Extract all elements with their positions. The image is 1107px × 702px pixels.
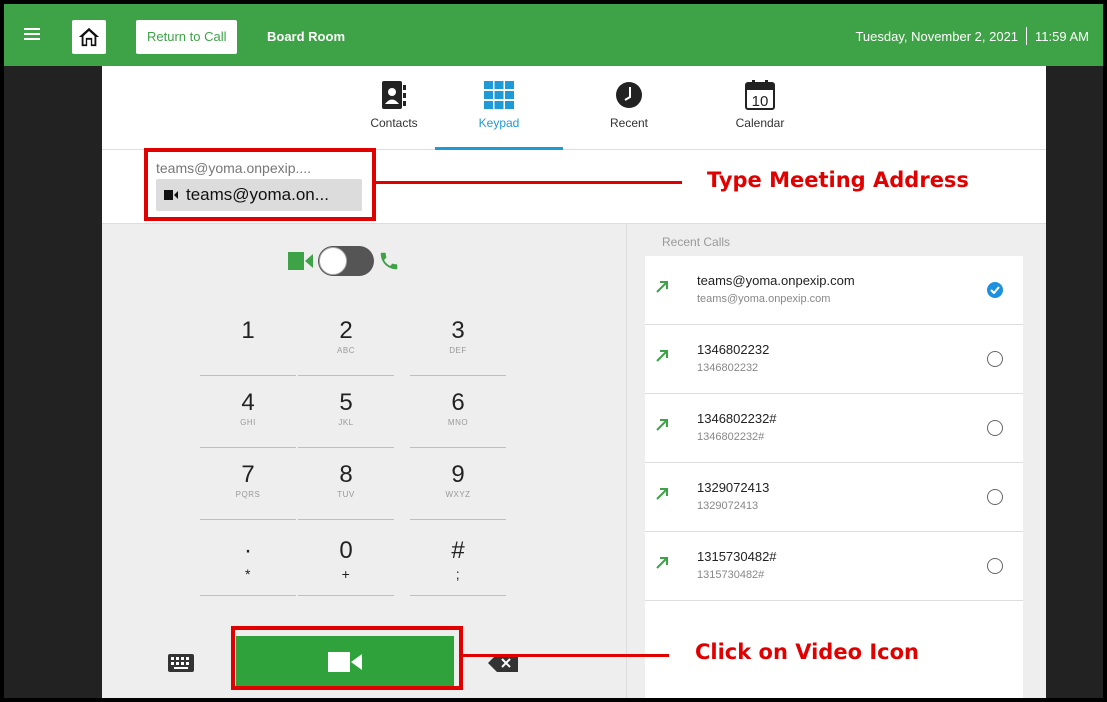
recent-call-item[interactable]: teams@yoma.onpexip.com teams@yoma.onpexi…	[645, 256, 1023, 325]
outgoing-call-icon	[656, 488, 668, 500]
key-8[interactable]: 8 TUV	[298, 456, 394, 520]
calendar-day: 10	[751, 93, 769, 110]
key-star[interactable]: · *	[200, 532, 296, 596]
recent-call-address: 1346802232	[697, 362, 759, 374]
outgoing-call-icon	[656, 350, 668, 362]
address-callout-line	[376, 181, 682, 184]
time-text: 11:59 AM	[1035, 29, 1089, 44]
tab-keypad[interactable]: Keypad	[435, 78, 563, 150]
left-bezel	[4, 66, 102, 698]
key-4[interactable]: 4 GHI	[200, 384, 296, 448]
address-highlight-box	[144, 148, 376, 221]
recent-call-item[interactable]: 1346802232# 1346802232#	[645, 394, 1023, 463]
call-callout-line	[463, 654, 669, 657]
video-audio-toggle[interactable]	[318, 246, 374, 276]
date-time: Tuesday, November 2, 2021 11:59 AM	[855, 27, 1089, 45]
outgoing-call-icon	[656, 557, 668, 569]
radio-button[interactable]	[987, 420, 1003, 436]
selected-check-icon[interactable]	[987, 282, 1003, 298]
recent-call-name: 1329072413	[697, 480, 770, 495]
key-3[interactable]: 3 DEF	[410, 312, 506, 376]
return-to-call-button[interactable]: Return to Call	[136, 20, 238, 54]
phone-icon	[380, 252, 398, 270]
keyboard-icon[interactable]	[168, 654, 194, 672]
recent-call-address: 1315730482#	[697, 569, 765, 581]
call-mode-toggle	[288, 246, 400, 276]
home-icon	[78, 27, 100, 47]
recent-calls-title: Recent Calls	[662, 235, 731, 249]
tablet-screen: Return to Call Board Room Tuesday, Novem…	[4, 4, 1103, 698]
key-hash[interactable]: # ;	[410, 532, 506, 596]
right-bezel	[1046, 66, 1103, 698]
address-callout-label: Type Meeting Address	[707, 168, 969, 192]
key-9[interactable]: 9 WXYZ	[410, 456, 506, 520]
tab-label: Keypad	[478, 116, 520, 130]
recent-call-name: 1346802232	[697, 342, 770, 357]
recent-call-name: 1315730482#	[697, 549, 777, 564]
call-highlight-box	[231, 626, 463, 690]
key-5[interactable]: 5 JKL	[298, 384, 394, 448]
recent-calls-panel: Recent Calls teams@yoma.onpexip.com team…	[626, 224, 1046, 698]
recent-call-item[interactable]: 1315730482# 1315730482#	[645, 532, 1023, 601]
menu-icon[interactable]	[24, 28, 40, 42]
recent-call-address: teams@yoma.onpexip.com	[697, 293, 831, 305]
room-name: Board Room	[267, 29, 345, 44]
tab-recent[interactable]: Recent	[565, 78, 693, 150]
recent-call-item[interactable]: 1346802232 1346802232	[645, 325, 1023, 394]
home-button[interactable]	[72, 20, 106, 54]
tab-label: Calendar	[735, 116, 785, 130]
clock-icon	[616, 82, 642, 108]
recent-call-address: 1346802232#	[697, 431, 765, 443]
tab-calendar[interactable]: 10 Calendar	[696, 78, 824, 150]
key-2[interactable]: 2 ABC	[298, 312, 394, 376]
recent-calls-list: teams@yoma.onpexip.com teams@yoma.onpexi…	[645, 256, 1023, 698]
key-1[interactable]: 1	[200, 312, 296, 376]
recent-call-address: 1329072413	[697, 500, 759, 512]
radio-button[interactable]	[987, 351, 1003, 367]
key-7[interactable]: 7 PQRS	[200, 456, 296, 520]
video-mode-icon	[288, 252, 313, 270]
separator	[1026, 27, 1028, 45]
recent-call-name: teams@yoma.onpexip.com	[697, 273, 855, 288]
contacts-icon	[382, 81, 406, 109]
tab-label: Recent	[609, 116, 649, 130]
recent-call-item[interactable]: 1329072413 1329072413	[645, 463, 1023, 532]
call-callout-label: Click on Video Icon	[695, 640, 919, 664]
keypad-icon	[484, 81, 514, 109]
key-6[interactable]: 6 MNO	[410, 384, 506, 448]
top-bar: Return to Call Board Room Tuesday, Novem…	[4, 4, 1103, 66]
key-0[interactable]: 0 +	[298, 532, 394, 596]
recent-call-name: 1346802232#	[697, 411, 777, 426]
radio-button[interactable]	[987, 558, 1003, 574]
date-text: Tuesday, November 2, 2021	[855, 29, 1019, 44]
outgoing-call-icon	[656, 419, 668, 431]
radio-button[interactable]	[987, 489, 1003, 505]
outgoing-call-icon	[656, 281, 668, 293]
tab-bar: Contacts Keypad Recent 10 Calendar	[102, 66, 1046, 150]
